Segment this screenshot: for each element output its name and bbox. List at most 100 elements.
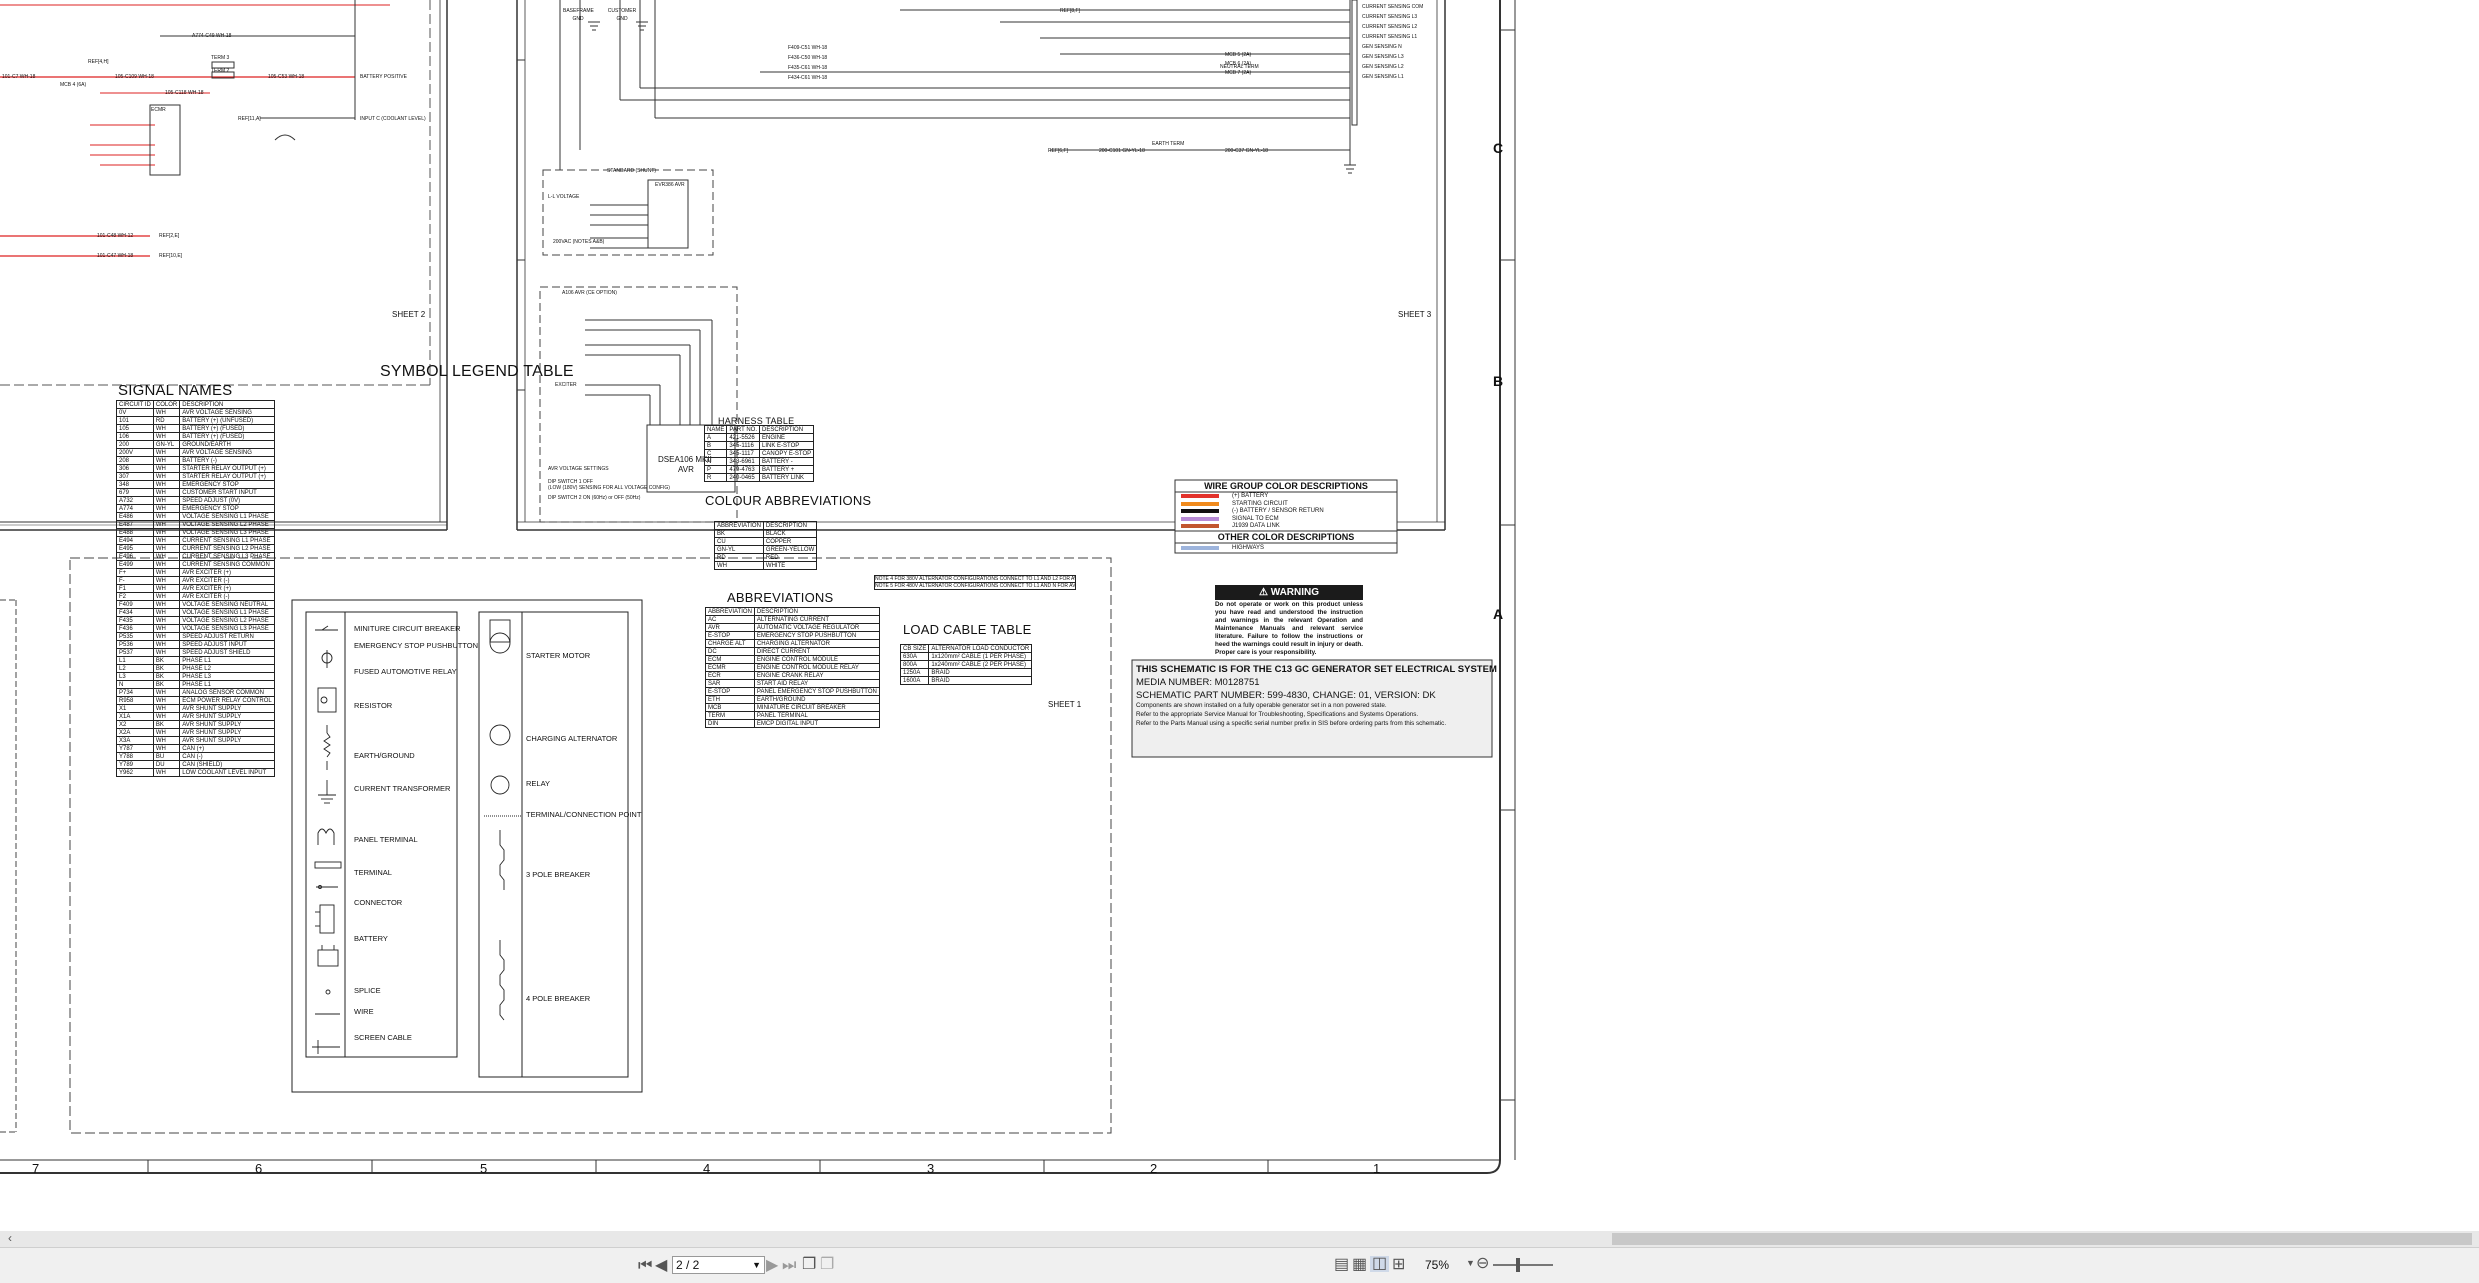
signal-row: A732 WH SPEED ADJUST (0V) [116,496,275,505]
dip2-label: DIP SWITCH 2 ON (60Hz) or OFF (50Hz) [548,495,641,501]
zoom-slider-thumb[interactable] [1516,1258,1520,1272]
title-block-part: SCHEMATIC PART NUMBER: 599-4830, CHANGE:… [1136,690,1436,701]
ll-voltage-label: L-L VOLTAGE [548,194,580,200]
signal-cell: GN-YL [152,440,181,449]
mcb4-label: MCB 4 (6A) [60,82,87,88]
signal-row: L1 BK PHASE L1 [116,656,275,665]
pdf-canvas[interactable]: SHEET 2 SHEET 3 SHEET 1 C B A 7 6 5 4 3 … [0,0,2479,1230]
cs-l1: CURRENT SENSING L1 [1362,34,1418,40]
warning-text: Do not operate or work on this product u… [1215,601,1363,656]
legend-item-0: MINITURE CIRCUIT BREAKER [354,624,461,633]
colour-cell: COPPER [762,537,818,546]
signal-row: F+ WH AVR EXCITER (+) [116,568,275,577]
signal-row: 106 WH BATTERY (+) (FUSED) [116,432,275,441]
earth-term-label: EARTH TERM [1152,141,1185,147]
load-cable-header: CB SIZE ALTERNATOR LOAD CONDUCTOR [899,644,1033,653]
ref-10e: REF[10,E] [159,253,183,259]
signal-cell: E487 [116,520,154,529]
abbr-cell: DIRECT CURRENT [753,647,880,656]
wire-group-swatch [1181,494,1219,498]
signal-cell: CAN (+) [179,744,275,753]
zoom-dropdown-icon[interactable]: ▼ [1466,1258,1475,1268]
signal-row: E488 WH VOLTAGE SENSING L3 PHASE [116,528,275,537]
next-page-icon[interactable]: ▶ [766,1258,778,1274]
zoom-out-icon[interactable]: ⊖ [1476,1256,1489,1272]
zoom-level[interactable]: 75% [1425,1258,1449,1272]
abbr-cell: ENGINE CONTROL MODULE RELAY [753,663,880,672]
legend-right-item-3: TERMINAL/CONNECTION POINT [526,810,642,819]
wire-group-title: WIRE GROUP COLOR DESCRIPTIONS [1204,481,1368,491]
two-page-icon[interactable]: ◫ [1370,1256,1390,1272]
signal-cell: WH [152,472,181,481]
ref-4h: REF[4,H] [88,59,109,65]
baseframe-gnd-label: BASEFRAME GND [563,8,594,22]
signal-row: X2A WH AVR SHUNT SUPPLY [116,728,275,737]
signal-cell: R958 [116,696,154,705]
signal-cell: WH [152,576,181,585]
legend-right-item-4: 3 POLE BREAKER [526,870,591,879]
exciter-label: EXCITER [555,382,577,388]
signal-cell: X2 [116,720,154,729]
signal-cell: CURRENT SENSING L1 PHASE [179,536,275,545]
signal-cell: WH [152,600,181,609]
signal-row: Y788 BU CAN (-) [116,752,275,761]
signal-cell: ECM POWER RELAY CONTROL [179,696,275,705]
prev-page-icon[interactable]: ◀ [655,1258,667,1274]
signal-cell: A732 [116,496,154,505]
signal-cell: L2 [116,664,154,673]
wire-f434: F434-C61 WH-18 [788,75,828,81]
colour-cell: GREEN-YELLOW [762,545,818,554]
signal-row: 307 WH STARTER RELAY OUTPUT (+) [116,472,275,481]
abbr-header: ABBREVIATION DESCRIPTION [705,607,880,616]
signal-cell: PHASE L3 [179,672,275,681]
signal-row: E486 WH VOLTAGE SENSING L1 PHASE [116,512,275,521]
single-page-icon[interactable]: ▤ [1334,1257,1349,1273]
abbr-row: ECR ENGINE CRANK RELAY [705,671,880,680]
abbr-cell: AVR [705,623,755,632]
wire-f435: F435-C61 WH-18 [788,65,828,71]
ruler-3: 3 [927,1161,935,1176]
first-page-icon[interactable]: ⏮ [638,1258,652,1274]
load-cable-title: LOAD CABLE TABLE [903,622,1032,637]
signal-cell: CIRCUIT ID [116,400,154,409]
colour-header: ABBREVIATION DESCRIPTION [714,521,818,530]
legend-item-6: PANEL TERMINAL [354,835,418,844]
a106-option-label: A106 AVR (CE OPTION) [562,290,617,296]
warning-title: WARNING [1270,587,1320,598]
colour-cell: ABBREVIATION [714,521,764,530]
signal-cell: WH [152,688,181,697]
abbr-row: DC DIRECT CURRENT [705,647,880,656]
legend-item-2: FUSED AUTOMOTIVE RELAY [354,667,457,676]
signal-cell: VOLTAGE SENSING L3 PHASE [179,624,275,633]
last-page-icon[interactable]: ⏭ [782,1258,796,1274]
abbr-cell: ECM [705,655,755,664]
legend-item-8: CONNECTOR [354,898,403,907]
abbr-cell: AC [705,615,755,624]
signal-row: P734 WH ANALOG SENSOR COMMON [116,688,275,697]
scroll-left-icon[interactable]: ‹ [8,1231,12,1245]
signal-cell: 306 [116,464,154,473]
signal-row: 101 RD BATTERY (+) (UNFUSED) [116,416,275,425]
cs-l3: CURRENT SENSING L3 [1362,14,1418,20]
signal-cell: BK [152,656,181,665]
horizontal-scroll-thumb[interactable] [1612,1233,2472,1245]
signal-cell: WH [152,552,181,561]
harness-row: C 345-1117 CANOPY E-STOP [703,449,815,458]
colour-row: BK BLACK [714,529,818,538]
paste-pages-icon[interactable]: ❐ [820,1257,834,1273]
signal-cell: 101 [116,416,154,425]
chevron-down-icon[interactable]: ▼ [752,1257,761,1273]
fit-width-icon[interactable]: ⊞ [1392,1257,1405,1273]
wire-101-c7: 101-C7 WH-18 [2,74,36,80]
continuous-page-icon[interactable]: ▦ [1352,1257,1367,1273]
harness-cell: LINK E-STOP [759,441,815,450]
copy-pages-icon[interactable]: ❐ [802,1257,816,1273]
zoom-slider[interactable] [1493,1264,1553,1266]
abbr-cell: PANEL EMERGENCY STOP PUSHBUTTON [753,687,880,696]
harness-row: N 348-6961 BATTERY - [703,457,815,466]
signal-cell: SPEED ADJUST RETURN [179,632,275,641]
signal-cell: F2 [116,592,154,601]
page-number-input[interactable]: 2 / 2 ▼ [672,1256,765,1274]
legend-item-9: BATTERY [354,934,388,943]
signal-row: 306 WH STARTER RELAY OUTPUT (+) [116,464,275,473]
